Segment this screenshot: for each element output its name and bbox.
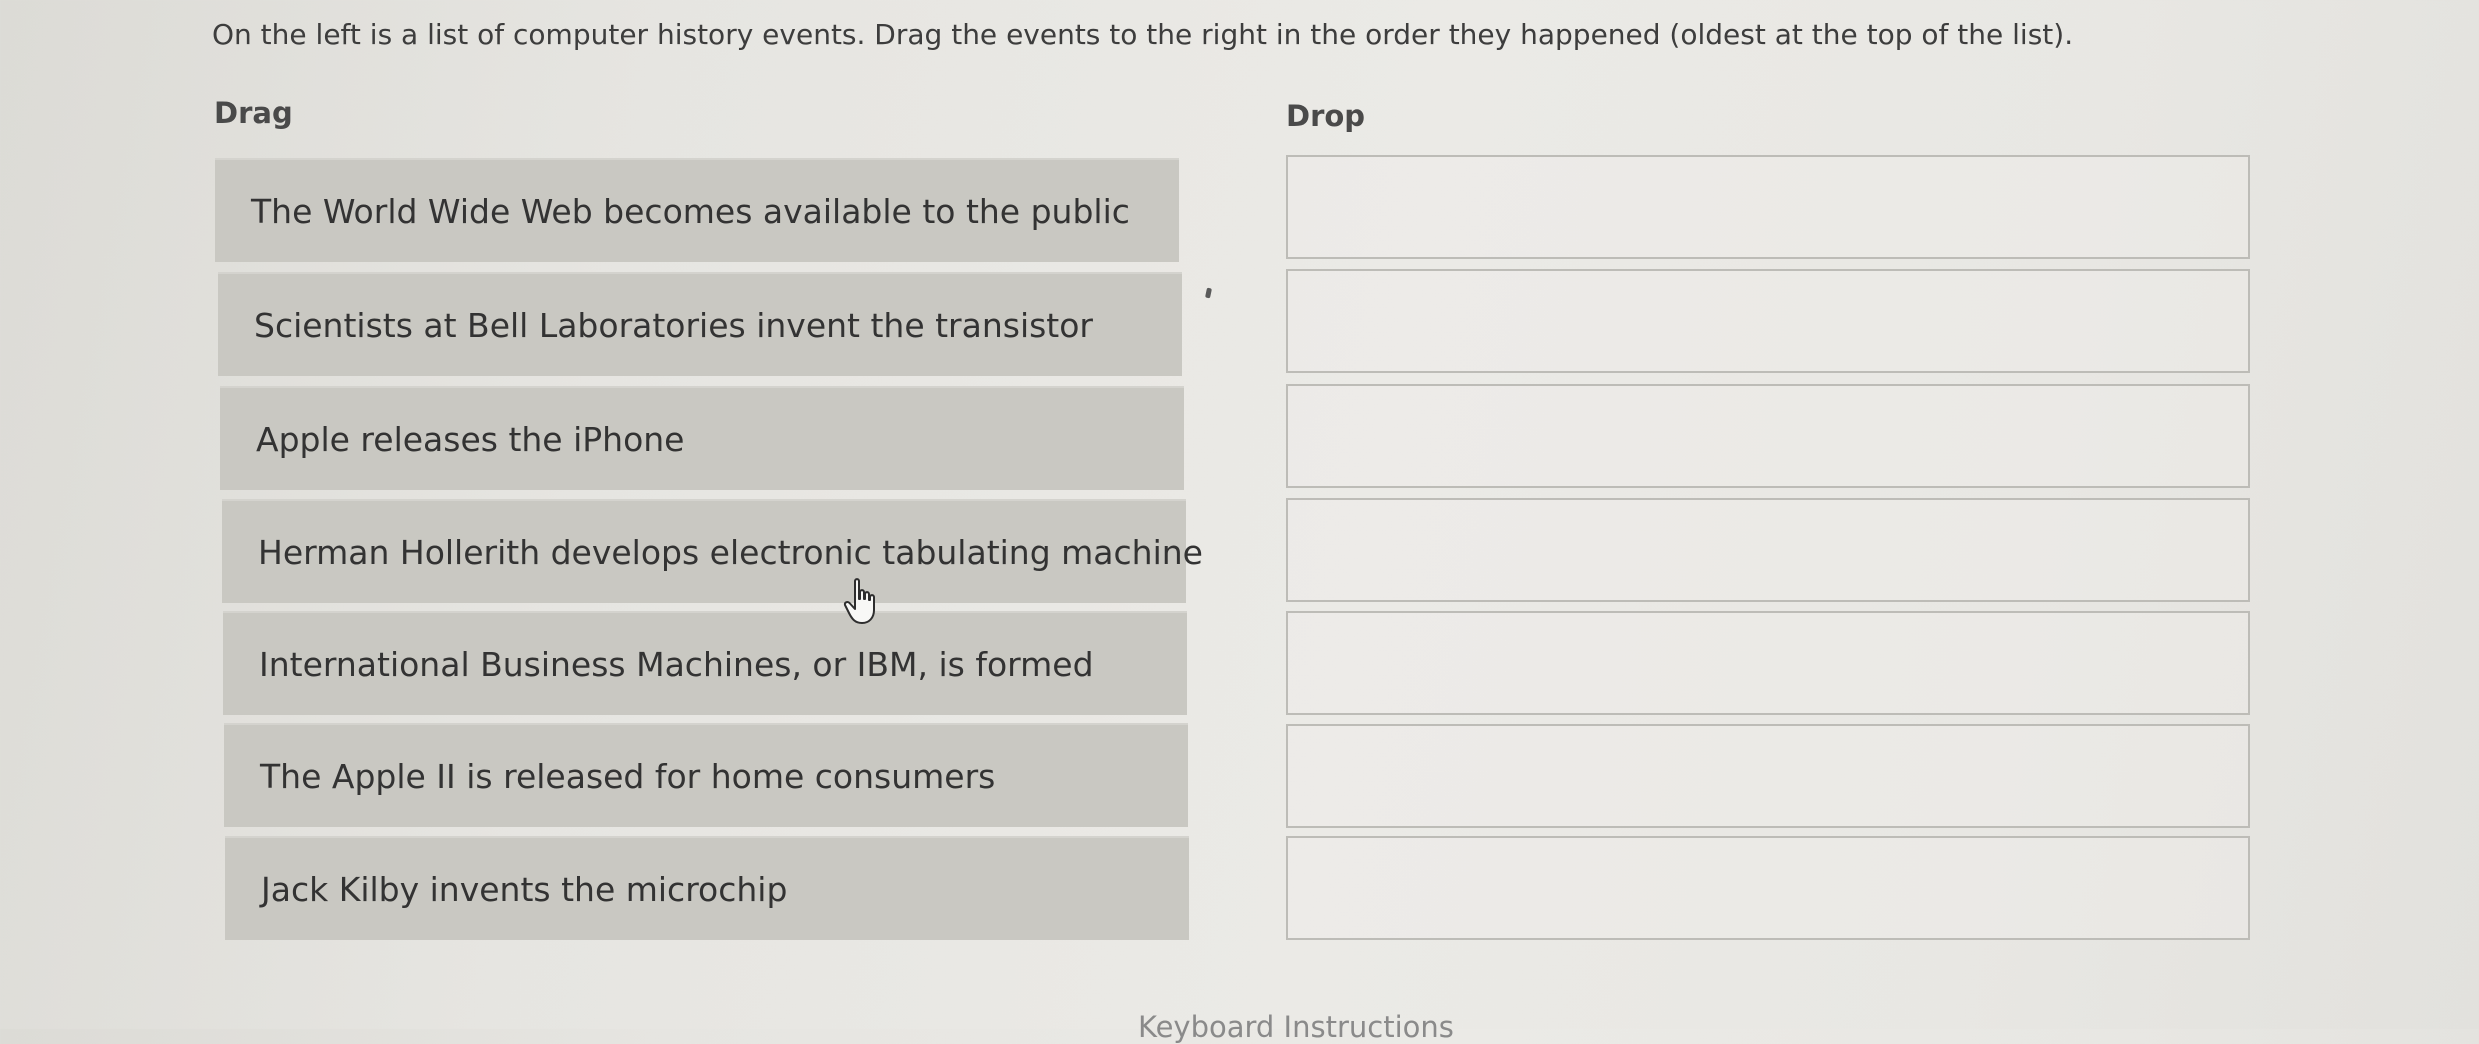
- drag-item[interactable]: Apple releases the iPhone: [220, 386, 1184, 490]
- drop-slot-4[interactable]: [1286, 498, 2250, 602]
- stray-mark: [1205, 287, 1212, 299]
- drag-item[interactable]: Herman Hollerith develops electronic tab…: [222, 499, 1203, 603]
- drop-slot-3[interactable]: [1286, 384, 2250, 488]
- instructions-text: On the left is a list of computer histor…: [212, 18, 2074, 51]
- hand-pointer-icon: [843, 578, 875, 624]
- drag-item-label: International Business Machines, or IBM,…: [259, 644, 1094, 684]
- drop-slot-5[interactable]: [1286, 611, 2250, 715]
- drag-item[interactable]: Scientists at Bell Laboratories invent t…: [218, 272, 1182, 376]
- drag-column-heading: Drag: [214, 96, 293, 130]
- drop-slot-2[interactable]: [1286, 269, 2250, 373]
- drag-item[interactable]: The Apple II is released for home consum…: [224, 723, 1188, 827]
- drop-slot-7[interactable]: [1286, 836, 2250, 940]
- drag-item[interactable]: The World Wide Web becomes available to …: [215, 158, 1179, 262]
- drag-item[interactable]: Jack Kilby invents the microchip: [225, 836, 1189, 940]
- drop-slot-1[interactable]: [1286, 155, 2250, 259]
- drag-item-label: Herman Hollerith develops electronic tab…: [258, 532, 1203, 572]
- drag-item-label: Jack Kilby invents the microchip: [261, 869, 788, 909]
- keyboard-instructions-link[interactable]: Keyboard Instructions: [1138, 1010, 1454, 1044]
- drag-item-label: Scientists at Bell Laboratories invent t…: [254, 305, 1094, 345]
- drag-item-label: The World Wide Web becomes available to …: [251, 191, 1130, 231]
- drop-column-heading: Drop: [1286, 99, 1366, 133]
- drop-slot-6[interactable]: [1286, 724, 2250, 828]
- drag-item-label: The Apple II is released for home consum…: [260, 756, 996, 796]
- drag-item-label: Apple releases the iPhone: [256, 419, 685, 459]
- drag-item[interactable]: International Business Machines, or IBM,…: [223, 611, 1187, 715]
